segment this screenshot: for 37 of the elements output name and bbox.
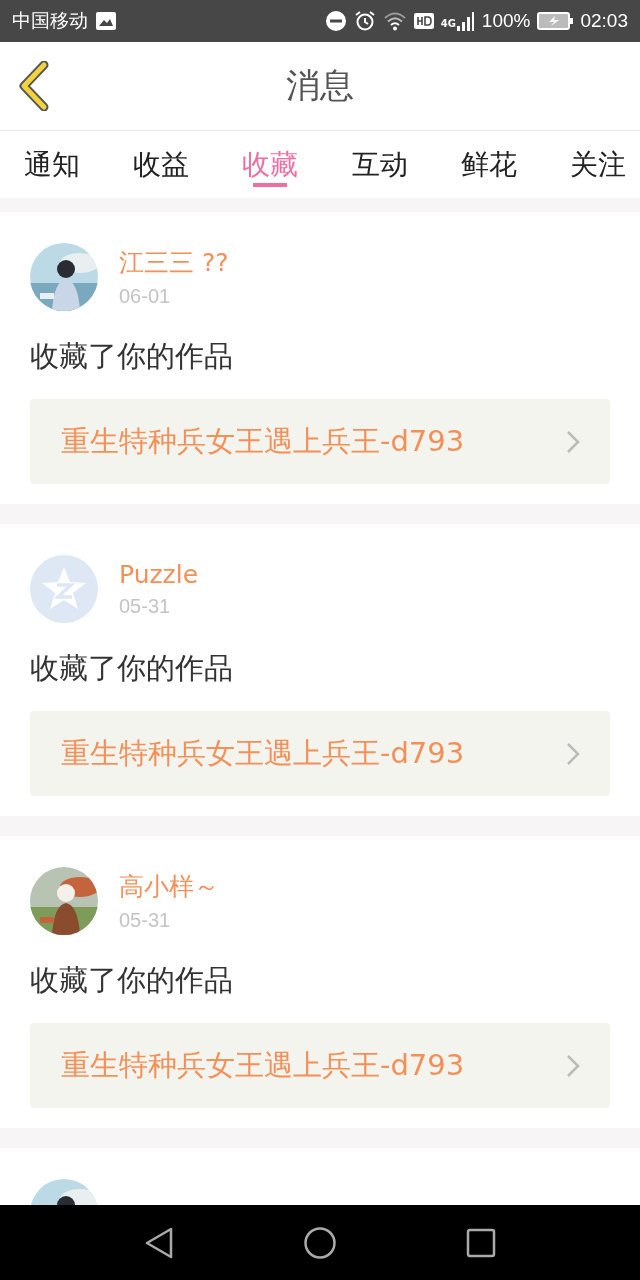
tab[interactable]: 鲜花 (460, 131, 517, 191)
work-link[interactable]: 重生特种兵女王遇上兵王-d793 (30, 399, 610, 484)
page-title: 消息 (286, 64, 354, 107)
user-name[interactable]: Puzzle (119, 560, 199, 589)
back-button[interactable] (16, 61, 50, 111)
user-name[interactable]: 高小样～ (119, 870, 219, 903)
tab[interactable]: 互动 (351, 131, 408, 191)
tab[interactable]: 收益 (133, 131, 190, 191)
message-text: 收藏了你的作品 (30, 650, 234, 687)
battery-charging-icon (537, 12, 574, 30)
message-text: 收藏了你的作品 (30, 338, 234, 375)
carrier-name: 中国移动 (12, 9, 88, 33)
battery-percent: 100% (481, 10, 531, 32)
alarm-icon (353, 10, 376, 32)
user-name[interactable]: 江三三 ?? (119, 246, 229, 279)
image-icon (96, 12, 116, 30)
message-date: 06-01 (119, 285, 172, 308)
chevron-right-icon (566, 429, 580, 454)
wifi-icon (382, 11, 407, 31)
do-not-disturb-icon (324, 10, 347, 32)
work-link[interactable]: 重生特种兵女王遇上兵王-d793 (30, 1023, 610, 1108)
message-date: 05-31 (119, 909, 172, 932)
tab[interactable]: 通知 (24, 131, 80, 191)
chevron-right-icon (566, 1053, 580, 1078)
work-link[interactable]: 重生特种兵女王遇上兵王-d793 (30, 711, 610, 796)
message-text: 收藏了你的作品 (30, 962, 234, 999)
home-nav-icon[interactable] (304, 1226, 336, 1259)
back-nav-icon[interactable] (144, 1226, 174, 1259)
hd-icon (413, 13, 434, 29)
signal-icon (456, 11, 475, 31)
recents-nav-icon[interactable] (466, 1227, 496, 1258)
network-type: 4G (440, 18, 456, 29)
clock: 02:03 (580, 10, 628, 32)
tab[interactable]: 关注 (569, 131, 626, 191)
message-date: 05-31 (119, 595, 172, 618)
default-avatar-icon (30, 555, 98, 623)
chevron-right-icon (566, 741, 580, 766)
